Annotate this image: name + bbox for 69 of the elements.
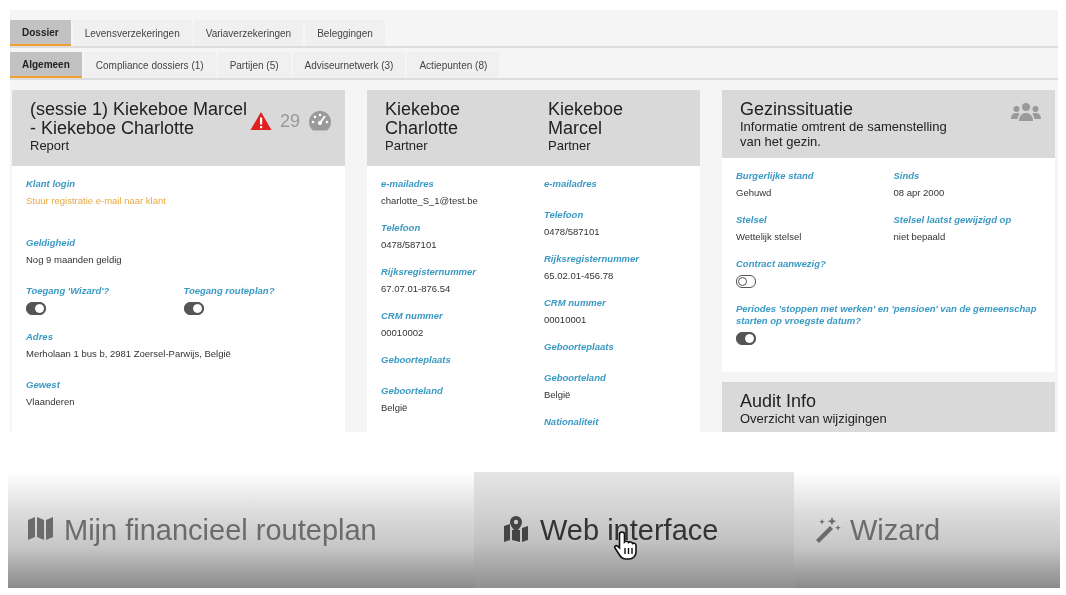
field-label: Periodes 'stoppen met werken' en 'pensioen' van de gemeenschap starten op vroegste datum? (736, 303, 1038, 327)
tab[interactable]: Algemeen (10, 52, 82, 78)
panel-title: Gezinssituatie (740, 100, 855, 119)
field-value: 67.07.01-876.54 (381, 283, 451, 295)
panel-subtitle: Overzicht van wijzigingen (740, 411, 887, 426)
tab[interactable]: Beleggingen (305, 20, 385, 46)
panel-title: (sessie 1) Kiekeboe Marcel - Kiekeboe Charlotte (30, 100, 249, 138)
field-label: Telefoon (381, 222, 421, 234)
tab[interactable]: Actiepunten (8) (407, 52, 500, 78)
field-label: Geboorteplaats (381, 354, 451, 366)
field-label: Stelsel laatst gewijzigd op (893, 214, 1012, 226)
field-label: Burgerlijke stand (736, 170, 814, 182)
toggle-switch[interactable] (183, 302, 204, 315)
field-value: 0478/587101 (381, 239, 437, 251)
tab[interactable]: Dossier (10, 20, 71, 46)
field-label: e-mailadres (381, 178, 434, 190)
panel-title: Audit Info (740, 392, 818, 411)
field-label: Geldigheid (26, 237, 76, 249)
tab[interactable]: Variaverzekeringen (193, 20, 304, 46)
field-value: 08 apr 2000 (893, 187, 945, 199)
field-label: Klant login (26, 178, 76, 190)
field-label: Adres (26, 331, 53, 343)
tab[interactable]: Compliance dossiers (1) (83, 52, 216, 78)
field-value: 00010002 (381, 327, 424, 339)
field-label: Gewest (26, 379, 60, 391)
score-value: 29 (280, 110, 301, 132)
tab[interactable]: Partijen (5) (217, 52, 291, 78)
field-label: Geboorteplaats (544, 341, 614, 353)
people-icon (1011, 102, 1041, 122)
field-value: Wettelijk stelsel (736, 231, 802, 243)
field-label: CRM nummer (381, 310, 443, 322)
panel-subtitle: Informatie omtrent de samenstelling van het gezin. (740, 119, 948, 149)
gauge-icon (308, 110, 333, 132)
wand-icon (814, 516, 842, 544)
person-role: Partner (548, 138, 592, 153)
field-label: Rijksregisternummer (381, 266, 477, 278)
shortcut-button[interactable]: Web interface (474, 472, 794, 588)
field-value: 65.02.01-456.78 (544, 270, 614, 282)
field-label: Nationaliteit (544, 416, 599, 428)
field-label: Geboorteland (544, 372, 606, 384)
tab[interactable]: Adviseurnetwerk (3) (292, 52, 406, 78)
field-label: Toegang routeplan? (183, 285, 275, 297)
field-label: e-mailadres (544, 178, 597, 190)
field-label: Telefoon (544, 209, 584, 221)
field-label: Sinds (893, 170, 920, 182)
field-label: Geboorteland (381, 385, 443, 397)
field-value: Vlaanderen (26, 396, 75, 408)
person-name: Kiekeboe Charlotte (385, 100, 462, 138)
panel-subtitle: Report (30, 138, 71, 153)
field-value: Nog 9 maanden geldig (26, 254, 122, 266)
field-value: België (381, 402, 408, 414)
field-value: Gehuwd (736, 187, 772, 199)
field-value: niet bepaald (893, 231, 946, 243)
person-role: Partner (385, 138, 429, 153)
field-label: Contract aanwezig? (736, 258, 826, 270)
person-name: Kiekeboe Marcel (548, 100, 625, 138)
tab[interactable]: Levensverzekeringen (72, 20, 192, 46)
field-value: België (544, 389, 571, 401)
field-label: Stelsel (736, 214, 767, 226)
field-value: charlotte_S_1@test.be (381, 195, 478, 207)
toggle-switch[interactable] (736, 332, 756, 345)
field-value: Merholaan 1 bus b, 2981 Zoersel-Parwijs, België (26, 348, 231, 360)
toggle-switch[interactable] (736, 275, 756, 288)
field-label: Toegang 'Wizard'? (26, 285, 110, 297)
field-label: CRM nummer (544, 297, 606, 309)
field-value: 00010001 (544, 314, 587, 326)
field-label: Rijksregisternummer (544, 253, 640, 265)
toggle-switch[interactable] (26, 302, 46, 315)
field-value: 0478/587101 (544, 226, 600, 238)
